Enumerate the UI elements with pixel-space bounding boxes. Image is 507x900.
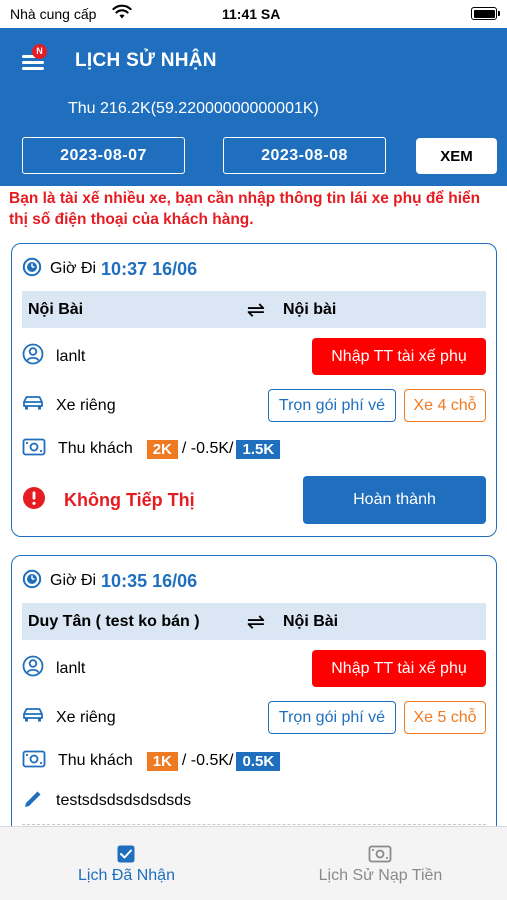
notification-badge: N [32,44,47,59]
tab-label: Lịch Đã Nhận [78,867,175,884]
fee-amount: 1K [146,751,178,771]
route-row: Duy Tân ( test ko bán ) ⇌ Nội Bài [22,603,486,640]
user-icon [22,655,44,682]
divider [22,824,486,825]
add-secondary-driver-button[interactable]: Nhập TT tài xế phụ [312,338,486,375]
info-icon [22,486,46,515]
tab-received-schedule[interactable]: Lịch Đã Nhận [0,827,253,900]
battery-icon [471,7,500,20]
fee-net: 0.5K [236,751,281,771]
tab-topup-history[interactable]: Lịch Sử Nạp Tiền [254,827,507,900]
swap-arrows-icon: ⇌ [246,608,266,634]
clock-icon [22,569,42,594]
customer-row: lanlt Nhập TT tài xế phụ [22,338,486,375]
package-tag: Trọn gói phí vé [268,701,396,734]
user-icon [22,343,44,370]
vehicle-row: Xe riêng Trọn gói phí vé Xe 5 chỗ [22,701,486,734]
complete-button[interactable]: Hoàn thành [303,476,486,524]
customer-name: lanlt [56,347,86,365]
trip-card: Giờ Đi 10:37 16/06 Nội Bài ⇌ Nội bài lan… [11,243,497,537]
header: N LỊCH SỬ NHẬN Thu 216.2K(59.22000000000… [0,28,507,186]
route-origin: Nội Bài [28,300,84,318]
fee-row: Thu khách 2K / -0.5K/ 1.5K [22,436,486,462]
fee-deduction: / -0.5K/ [181,752,234,769]
route-destination: Nội Bài [283,612,339,630]
vehicle-type: Xe riêng [56,396,116,414]
fee-deduction: / -0.5K/ [181,440,234,457]
date-from-field[interactable]: 2023-08-07 [22,137,185,174]
money-icon [22,750,46,773]
tab-label: Lịch Sử Nạp Tiền [318,867,443,884]
carrier-label: Nhà cung cấp [10,6,97,22]
trip-note: testsdsdsdsdsdsds [56,792,192,809]
departure-time-row: Giờ Đi 10:37 16/06 [22,256,486,282]
fee-label: Thu khách [58,440,133,457]
customer-name: lanlt [56,659,86,677]
fee-amount: 2K [146,439,178,459]
status-bar: Nhà cung cấp 11:41 SA [0,0,507,28]
pencil-icon [22,788,44,815]
clock-label: 11:41 SA [222,6,281,22]
money-icon [22,438,46,461]
menu-icon-line [22,61,44,64]
package-tag: Trọn gói phí vé [268,389,396,422]
marketing-status: Không Tiếp Thị [64,489,195,510]
car-icon [22,706,44,729]
route-row: Nội Bài ⇌ Nội bài [22,291,486,328]
page-title: LỊCH SỬ NHẬN [75,50,217,71]
fee-net: 1.5K [236,439,281,459]
seat-tag: Xe 5 chỗ [404,701,486,734]
note-row: testsdsdsdsdsdsds [22,788,486,814]
departure-time-value: 10:35 16/06 [101,570,198,591]
trip-card: Giờ Đi 10:35 16/06 Duy Tân ( test ko bán… [11,555,497,855]
wifi-icon [112,4,132,25]
money-icon [368,845,392,868]
fee-label: Thu khách [58,752,133,769]
tab-bar: Lịch Đã Nhận Lịch Sử Nạp Tiền [0,826,507,900]
swap-arrows-icon: ⇌ [246,296,266,322]
status-row: Không Tiếp Thị Hoàn thành [22,476,486,524]
customer-row: lanlt Nhập TT tài xế phụ [22,650,486,687]
checkbox-icon [117,845,135,868]
vehicle-row: Xe riêng Trọn gói phí vé Xe 4 chỗ [22,389,486,422]
vehicle-type: Xe riêng [56,708,116,726]
departure-time-label: Giờ Đi [50,260,97,277]
route-destination: Nội bài [283,300,337,318]
app-screen: Nhà cung cấp 11:41 SA N LỊCH SỬ NHẬN Thu… [0,0,507,900]
departure-time-row: Giờ Đi 10:35 16/06 [22,568,486,594]
car-icon [22,394,44,417]
departure-time-value: 10:37 16/06 [101,258,198,279]
date-to-field[interactable]: 2023-08-08 [223,137,386,174]
clock-icon [22,257,42,282]
route-origin: Duy Tân ( test ko bán ) [28,612,200,630]
menu-icon-line [22,67,44,70]
seat-tag: Xe 4 chỗ [404,389,486,422]
fee-row: Thu khách 1K / -0.5K/ 0.5K [22,748,486,774]
driver-warning: Bạn là tài xế nhiều xe, bạn cần nhập thô… [9,190,481,228]
add-secondary-driver-button[interactable]: Nhập TT tài xế phụ [312,650,486,687]
revenue-summary: Thu 216.2K(59.22000000000001K) [68,100,319,117]
menu-button[interactable]: N [22,44,48,72]
view-button[interactable]: XEM [416,138,497,174]
departure-time-label: Giờ Đi [50,572,97,589]
